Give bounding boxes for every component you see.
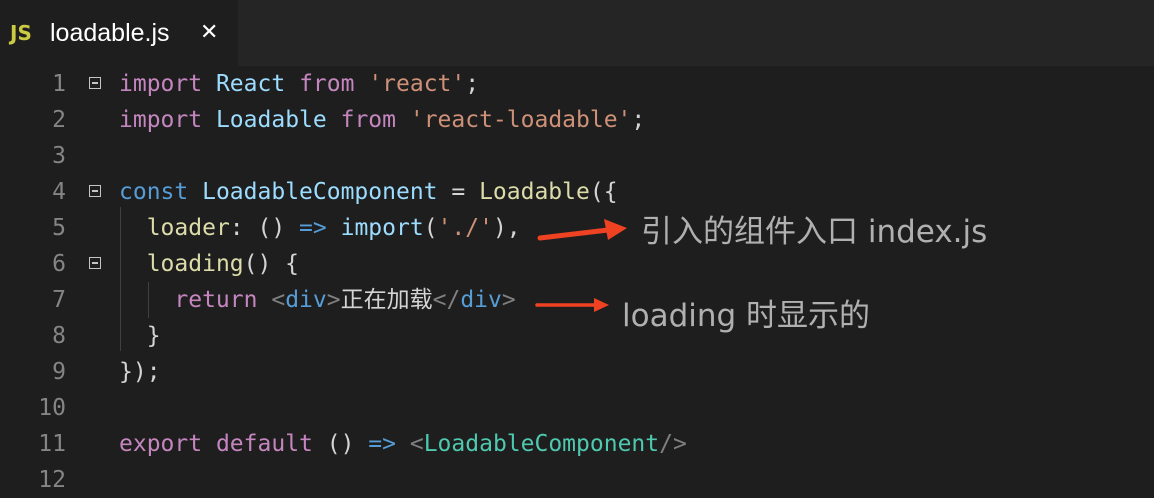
annotation-loading-text: loading 时显示的 [622,298,871,334]
annotation-entry-text: 引入的组件入口 index.js [641,214,988,250]
